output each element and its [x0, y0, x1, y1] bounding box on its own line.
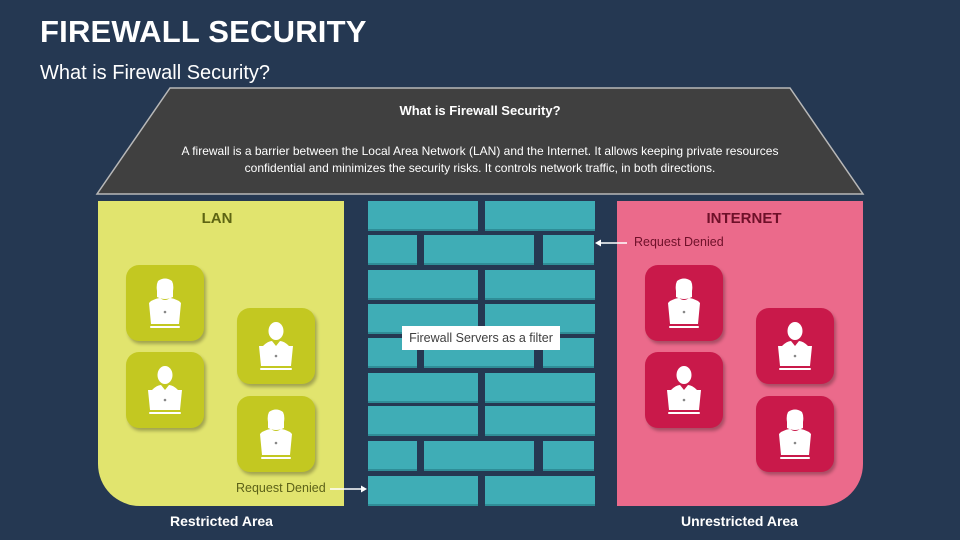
internet-user-tile	[645, 265, 723, 341]
woman-laptop-icon	[260, 409, 292, 459]
lan-user-tile	[237, 396, 315, 472]
internet-user-tile	[645, 352, 723, 428]
man-laptop-icon	[778, 322, 812, 370]
unrestricted-area-label: Unrestricted Area	[681, 513, 798, 529]
firewall-brick	[368, 235, 417, 265]
firewall-brick	[424, 235, 534, 265]
arrow-left-icon	[595, 239, 627, 247]
firewall-brick	[543, 441, 594, 471]
firewall-brick	[368, 441, 417, 471]
woman-laptop-icon	[779, 409, 811, 459]
internet-user-tile	[756, 396, 834, 472]
roof-description: A firewall is a barrier between the Loca…	[181, 144, 779, 175]
woman-laptop-icon	[668, 278, 700, 328]
internet-title: INTERNET	[706, 210, 782, 227]
firewall-label: Firewall Servers as a filter	[402, 326, 560, 350]
firewall-brick	[485, 373, 595, 403]
lan-user-tile	[237, 308, 315, 384]
firewall-brick	[368, 373, 478, 403]
lan-title: LAN	[201, 210, 233, 227]
firewall-brick	[485, 406, 595, 436]
firewall-brick	[543, 235, 594, 265]
page-title: FIREWALL SECURITY	[40, 14, 367, 49]
firewall-brick	[368, 406, 478, 436]
internet-user-tile	[756, 308, 834, 384]
man-laptop-icon	[259, 322, 293, 370]
firewall-brick	[485, 201, 595, 231]
lan-request-denied-label: Request Denied	[236, 481, 326, 495]
firewall-brick	[368, 270, 478, 300]
lan-user-tile	[126, 352, 204, 428]
arrow-right-icon	[330, 485, 367, 493]
man-laptop-icon	[148, 366, 182, 414]
page-subtitle: What is Firewall Security?	[40, 62, 271, 84]
restricted-area-label: Restricted Area	[170, 513, 273, 529]
firewall-brick	[485, 476, 595, 506]
firewall-brick	[368, 476, 478, 506]
internet-request-denied-label: Request Denied	[634, 235, 724, 249]
firewall-brick	[424, 441, 534, 471]
woman-laptop-icon	[149, 278, 181, 328]
firewall-brick	[485, 270, 595, 300]
roof-heading: What is Firewall Security?	[399, 103, 561, 118]
lan-user-tile	[126, 265, 204, 341]
man-laptop-icon	[667, 366, 701, 414]
firewall-brick	[368, 201, 478, 231]
